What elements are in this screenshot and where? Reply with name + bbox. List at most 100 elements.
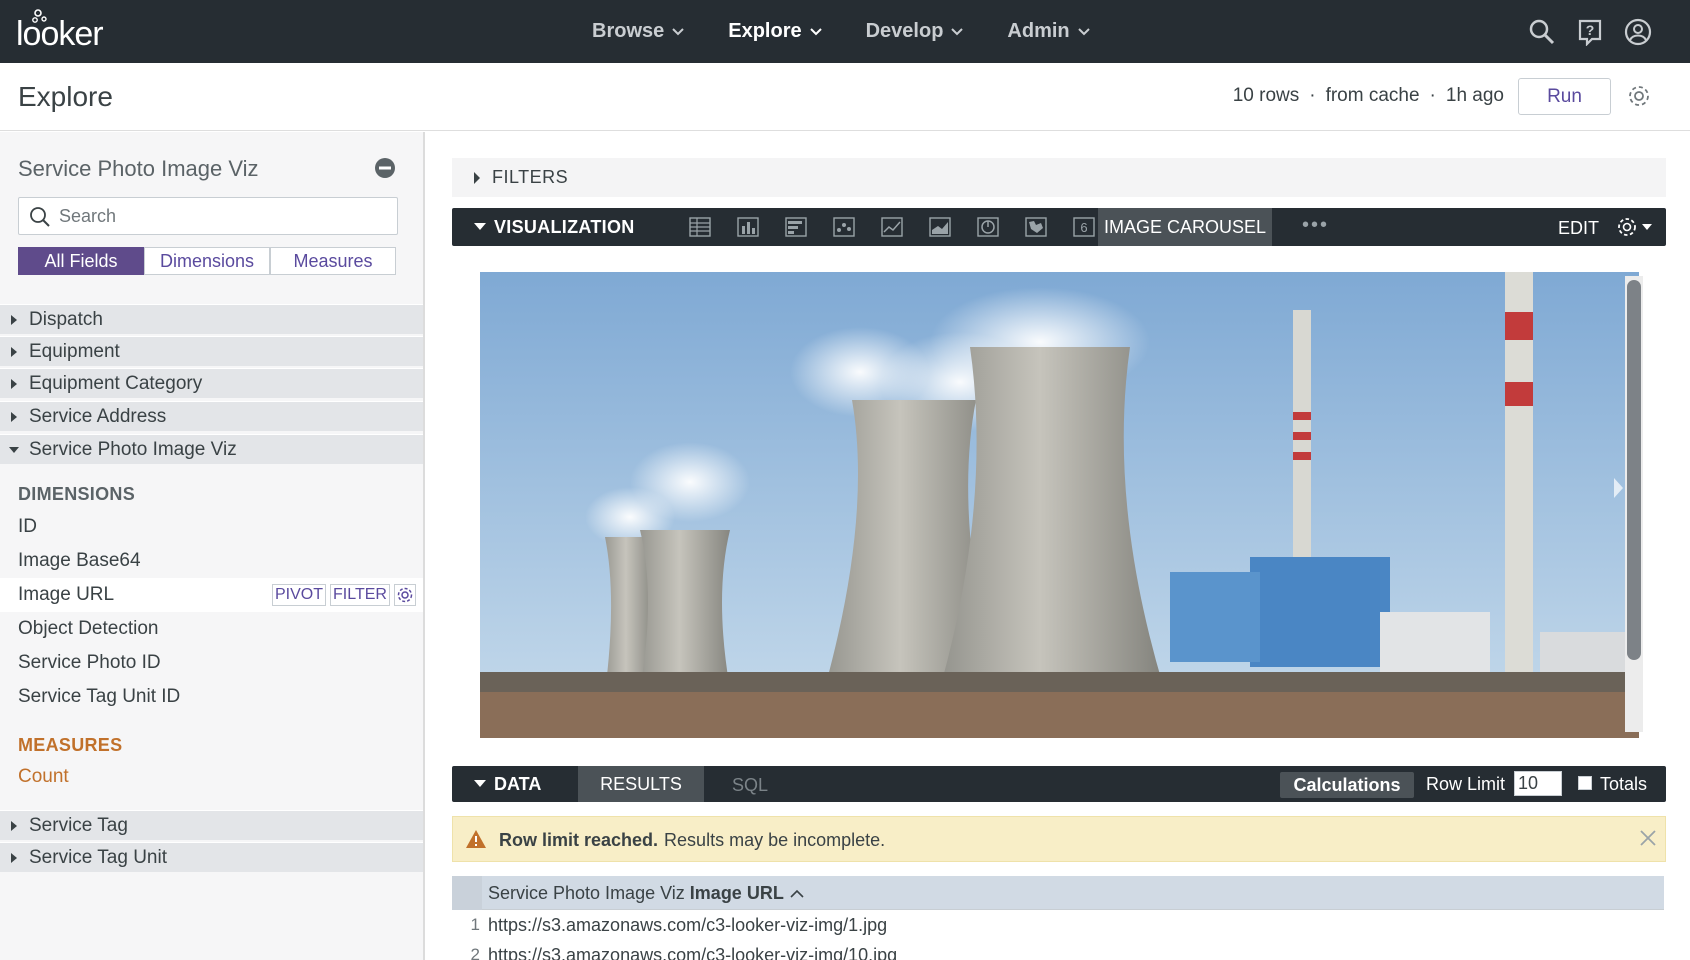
totals-checkbox[interactable] [1578, 776, 1592, 790]
user-account-icon[interactable] [1624, 18, 1652, 46]
more-options-icon[interactable]: ••• [1302, 214, 1329, 237]
field-search [18, 197, 398, 235]
field-image-url[interactable]: Image URL PIVOT FILTER [0, 578, 423, 612]
view-label: Equipment Category [29, 372, 203, 394]
sort-ascending-icon[interactable] [789, 889, 805, 899]
scatter-chart-icon[interactable] [820, 215, 868, 239]
row-number-header [452, 876, 482, 910]
search-input[interactable] [59, 205, 379, 227]
data-bar: DATA RESULTS SQL Calculations Row Limit … [452, 766, 1666, 802]
page-title: Explore [18, 81, 113, 112]
visualization-label[interactable]: VISUALIZATION [494, 217, 635, 238]
field-count[interactable]: Count [0, 760, 423, 794]
svg-text:?: ? [1586, 22, 1595, 38]
nav-browse-label: Browse [592, 20, 665, 42]
data-label[interactable]: DATA [494, 774, 541, 795]
warning-title: Row limit reached. [499, 830, 659, 850]
cell-image-url[interactable]: https://s3.amazonaws.com/c3-looker-viz-i… [488, 945, 897, 960]
field-image-base64[interactable]: Image Base64 [0, 544, 423, 578]
vertical-scrollbar[interactable] [1625, 276, 1643, 732]
row-number: 1 [470, 915, 480, 934]
field-object-detection[interactable]: Object Detection [0, 612, 423, 646]
view-group-equipment[interactable]: Equipment [0, 336, 423, 366]
tab-measures[interactable]: Measures [270, 247, 396, 275]
caret-down-icon[interactable] [474, 223, 486, 230]
field-service-tag-unit-id[interactable]: Service Tag Unit ID [0, 680, 423, 714]
map-icon[interactable] [1012, 215, 1060, 239]
top-icons: ? [1528, 18, 1652, 47]
totals-label: Totals [1600, 774, 1648, 794]
carousel-image [480, 272, 1639, 738]
filters-label: FILTERS [492, 167, 569, 187]
view-group-dispatch[interactable]: Dispatch [0, 304, 423, 334]
view-group-service-tag[interactable]: Service Tag [0, 810, 423, 840]
view-group-service-photo-image-viz[interactable]: Service Photo Image Viz [0, 434, 423, 464]
column-view-name: Service Photo Image Viz [488, 883, 685, 903]
field-id[interactable]: ID [0, 510, 423, 544]
pivot-button[interactable]: PIVOT [272, 584, 327, 606]
tab-sql[interactable]: SQL [732, 775, 768, 796]
bar-chart-icon[interactable] [772, 215, 820, 239]
tab-dimensions[interactable]: Dimensions [144, 247, 270, 275]
carousel-next-icon[interactable] [1614, 478, 1623, 498]
query-age: 1h ago [1445, 85, 1504, 106]
row-limit-warning: Row limit reached. Results may be incompl… [452, 816, 1666, 862]
view-group-service-tag-unit[interactable]: Service Tag Unit [0, 842, 423, 872]
calculations-button[interactable]: Calculations [1280, 772, 1414, 798]
caret-right-icon [11, 820, 17, 831]
row-count: 10 rows [1232, 85, 1300, 106]
dimensions-heading: DIMENSIONS [18, 484, 136, 504]
tab-results[interactable]: RESULTS [578, 766, 704, 802]
caret-right-icon [11, 852, 17, 863]
edit-button[interactable]: EDIT [1558, 218, 1599, 239]
filters-section[interactable]: FILTERS [452, 158, 1666, 197]
search-icon[interactable] [1528, 18, 1556, 46]
scrollbar-thumb[interactable] [1627, 280, 1641, 660]
line-chart-icon[interactable] [868, 215, 916, 239]
help-icon[interactable]: ? [1576, 18, 1604, 47]
caret-down-icon[interactable] [474, 780, 486, 787]
collapse-icon[interactable] [374, 157, 396, 179]
view-label: Service Photo Image Viz [29, 438, 237, 460]
nav-explore[interactable]: Explore [728, 20, 822, 43]
viz-type-image-carousel[interactable]: IMAGE CAROUSEL [1098, 208, 1272, 246]
explore-header: Explore 10 rows · from cache · 1h ago Ru… [0, 63, 1690, 131]
visualization-canvas [452, 246, 1666, 748]
separator: · [1429, 85, 1436, 106]
measures-heading: MEASURES [18, 735, 123, 755]
query-status: 10 rows · from cache · 1h ago [1233, 85, 1504, 107]
view-label: Service Tag Unit [29, 846, 167, 868]
view-group-equipment-category[interactable]: Equipment Category [0, 368, 423, 398]
table-row: 2 https://s3.amazonaws.com/c3-looker-viz… [452, 940, 1664, 960]
run-button[interactable]: Run [1518, 78, 1611, 115]
filter-button[interactable]: FILTER [330, 584, 390, 606]
view-group-service-address[interactable]: Service Address [0, 401, 423, 431]
nav-admin[interactable]: Admin [1007, 20, 1090, 43]
nav-explore-label: Explore [728, 20, 802, 42]
gear-icon[interactable] [1626, 83, 1652, 109]
field-label: Image URL [18, 584, 115, 605]
column-chart-icon[interactable] [724, 215, 772, 239]
nav-develop[interactable]: Develop [866, 20, 964, 43]
nav-browse[interactable]: Browse [592, 20, 684, 43]
power-plant-photo [480, 272, 1639, 738]
logo-wordmark: looker [16, 15, 104, 53]
pie-chart-icon[interactable] [964, 215, 1012, 239]
field-service-photo-id[interactable]: Service Photo ID [0, 646, 423, 680]
field-filter-tabs: All Fields Dimensions Measures [18, 247, 396, 275]
close-icon[interactable] [1639, 829, 1657, 852]
table-icon[interactable] [676, 215, 724, 239]
row-limit-label: Row Limit [1426, 774, 1506, 794]
top-navigation-bar: looker Browse Explore Develop Admin ? [0, 0, 1690, 63]
cell-image-url[interactable]: https://s3.amazonaws.com/c3-looker-viz-i… [488, 915, 887, 936]
tab-all-fields[interactable]: All Fields [18, 247, 144, 275]
row-limit-input[interactable] [1514, 771, 1562, 796]
column-header-image-url[interactable]: Service Photo Image Viz Image URL [488, 883, 805, 904]
gear-icon[interactable] [393, 584, 416, 606]
warning-message: Results may be incomplete. [664, 830, 886, 850]
gear-dropdown-icon[interactable] [1616, 216, 1656, 238]
area-chart-icon[interactable] [916, 215, 964, 239]
field-actions: PIVOT FILTER [272, 584, 416, 606]
warning-icon [465, 829, 487, 854]
chevron-down-icon [809, 27, 822, 35]
